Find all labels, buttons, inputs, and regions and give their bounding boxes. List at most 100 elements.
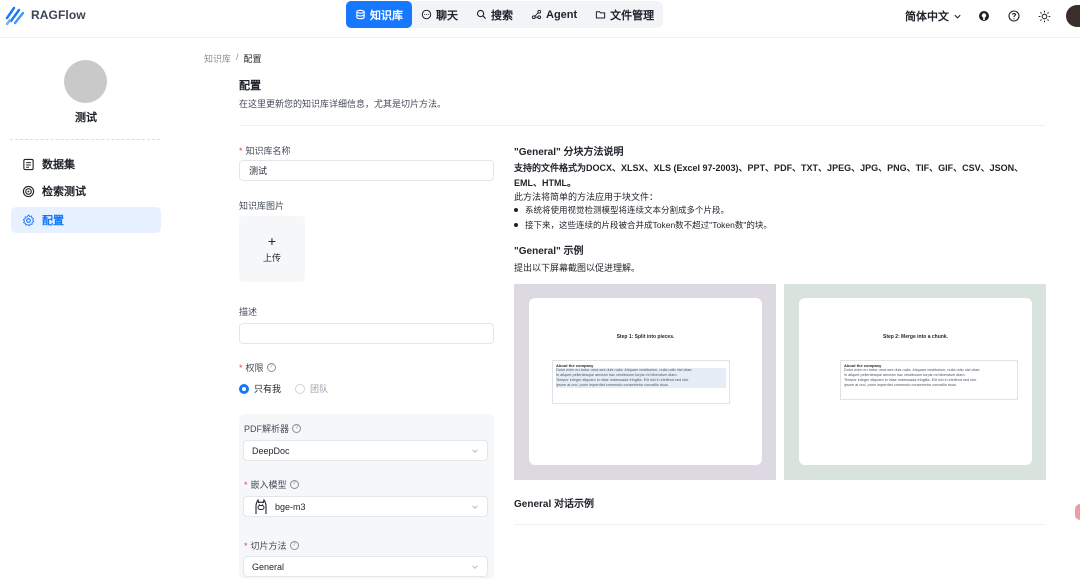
supported-formats-text: 支持的文件格式为DOCX、XLSX、XLS (Excel 97-2003)、PP… <box>514 163 1024 173</box>
nav-label: 搜索 <box>491 9 513 22</box>
select-value: DeepDoc <box>252 445 290 456</box>
sidebar-item-retrieval-test[interactable]: 检索测试 <box>11 178 161 204</box>
permission-label: * 权限 ? <box>239 361 276 374</box>
header-divider <box>239 125 1045 126</box>
embedding-model-label: * 嵌入模型 ? <box>244 478 299 491</box>
chunk-method-select[interactable]: General <box>243 556 488 577</box>
upload-label: 上传 <box>262 253 281 263</box>
select-value: bge-m3 <box>275 501 306 512</box>
sidebar-item-label: 检索测试 <box>42 186 86 198</box>
chevron-down-icon <box>472 449 478 453</box>
label-text: PDF解析器 <box>244 424 290 434</box>
embedding-model-select[interactable]: bge-m3 <box>243 496 488 517</box>
nav-agent[interactable]: Agent <box>522 1 586 28</box>
main-nav: 知识库 聊天 搜索 Agent 文件管理 <box>346 1 664 28</box>
example-text-snippet: About the company Dolor enim eu tortor u… <box>840 360 1018 400</box>
kb-sidebar: 测试 数据集 检索测试 配置 <box>0 38 172 579</box>
select-value: General <box>252 561 285 572</box>
folder-icon <box>596 11 606 19</box>
header-tools: 简体中文 <box>905 5 1080 27</box>
breadcrumb-parent[interactable]: 知识库 <box>204 52 231 65</box>
bullet-dot <box>514 208 518 212</box>
breadcrumb: 知识库 / 配置 <box>204 52 262 65</box>
dialog-divider <box>514 524 1045 525</box>
app-name: RAGFlow <box>31 8 86 22</box>
required-mark: * <box>239 362 243 373</box>
required-mark: * <box>244 540 248 551</box>
dataset-icon <box>23 158 34 170</box>
llama-model-icon <box>255 498 267 514</box>
description-input[interactable] <box>239 323 494 344</box>
theme-sun-icon[interactable] <box>1036 8 1052 24</box>
page-description: 在这里更新您的知识库详细信息，尤其是切片方法。 <box>239 99 447 109</box>
nav-chat[interactable]: 聊天 <box>412 1 467 28</box>
sidebar-item-dataset[interactable]: 数据集 <box>11 151 161 177</box>
supported-formats-text-cont: EML、HTML。 <box>514 178 576 188</box>
search-icon <box>476 9 487 20</box>
nav-label: 知识库 <box>370 9 403 22</box>
floating-assistant-button[interactable] <box>1075 504 1080 520</box>
user-avatar[interactable] <box>1066 5 1080 27</box>
target-icon <box>22 185 35 197</box>
nav-label: Agent <box>546 8 578 21</box>
example-screenshot-step1: Step 1: Split into pieces. About the com… <box>514 284 776 480</box>
help-icon[interactable] <box>1006 8 1022 24</box>
nav-label: 文件管理 <box>610 9 655 22</box>
plus-icon: + <box>267 233 277 249</box>
example-step-title: Step 1: Split into pieces. <box>616 334 675 340</box>
label-text: 描述 <box>239 307 258 317</box>
language-selector[interactable]: 简体中文 <box>905 8 962 24</box>
breadcrumb-separator: / <box>236 52 239 62</box>
top-bar: RAGFlow 知识库 聊天 搜索 Agent 文件管理 简体中文 <box>0 0 1080 38</box>
example-card: Step 1: Split into pieces. About the com… <box>529 298 762 465</box>
example-title: "General" 示例 <box>514 246 584 257</box>
help-circle-icon[interactable]: ? <box>289 541 299 550</box>
help-circle-icon[interactable]: ? <box>266 363 276 372</box>
permission-radio-group: 只有我 团队 <box>239 382 328 395</box>
github-icon[interactable] <box>976 8 992 24</box>
required-mark: * <box>239 145 243 156</box>
nav-search[interactable]: 搜索 <box>467 1 522 28</box>
explanation-bullet: 系统将使用视觉检测模型将连续文本分割成多个片段。 <box>514 204 729 216</box>
label-text: 知识库名称 <box>245 146 291 156</box>
help-circle-icon[interactable]: ? <box>292 424 302 433</box>
description-label: 描述 <box>239 305 257 318</box>
kb-name-input[interactable]: 测试 <box>239 160 494 181</box>
language-label: 简体中文 <box>905 11 949 23</box>
label-text: 知识库图片 <box>239 201 285 211</box>
image-upload-button[interactable]: + 上传 <box>239 216 305 282</box>
radio-label: 只有我 <box>254 384 282 394</box>
kb-name-label: * 知识库名称 <box>239 144 291 157</box>
permission-only-me-radio[interactable]: 只有我 <box>239 382 281 395</box>
bullet-text: 系统将使用视觉检测模型将连续文本分割成多个片段。 <box>525 205 730 215</box>
chat-icon <box>421 9 432 20</box>
nav-knowledge-base[interactable]: 知识库 <box>346 1 412 28</box>
ragflow-logo-icon <box>5 6 25 26</box>
chunk-method-label: * 切片方法 ? <box>244 539 299 552</box>
pdf-parser-select[interactable]: DeepDoc <box>243 440 488 461</box>
sidebar-item-label: 数据集 <box>42 159 75 171</box>
chevron-down-icon <box>472 505 478 509</box>
agent-icon <box>531 9 542 20</box>
chunk-method-explanation-title: "General" 分块方法说明 <box>514 147 624 158</box>
snippet-line: ipsum at orci, proin imperdiet commodo c… <box>556 383 726 388</box>
method-description: 此方法将简单的方法应用于块文件： <box>514 192 659 202</box>
nav-file-management[interactable]: 文件管理 <box>586 1 663 28</box>
example-description: 提出以下屏幕截图以促进理解。 <box>514 263 641 273</box>
nav-label: 聊天 <box>436 9 458 22</box>
parser-settings-panel: PDF解析器 ? DeepDoc * 嵌入模型 ? bge-m3 * 切片方法 … <box>239 414 494 579</box>
bullet-dot <box>514 223 518 227</box>
permission-team-radio[interactable]: 团队 <box>295 382 328 395</box>
radio-dot <box>239 383 249 394</box>
example-card: Step 2: Merge into a chunk. About the co… <box>799 298 1032 465</box>
required-mark: * <box>244 479 248 490</box>
explanation-bullet: 接下来，这些连续的片段被合并成Token数不超过"Token数"的块。 <box>514 219 772 231</box>
app-logo[interactable]: RAGFlow <box>4 4 86 26</box>
chevron-down-icon <box>472 565 478 569</box>
pdf-parser-label: PDF解析器 ? <box>244 422 302 435</box>
radio-label: 团队 <box>310 384 329 394</box>
gear-icon <box>22 213 35 226</box>
sidebar-item-config[interactable]: 配置 <box>11 207 161 233</box>
help-circle-icon[interactable]: ? <box>289 480 299 489</box>
example-step-title: Step 2: Merge into a chunk. <box>882 334 948 340</box>
